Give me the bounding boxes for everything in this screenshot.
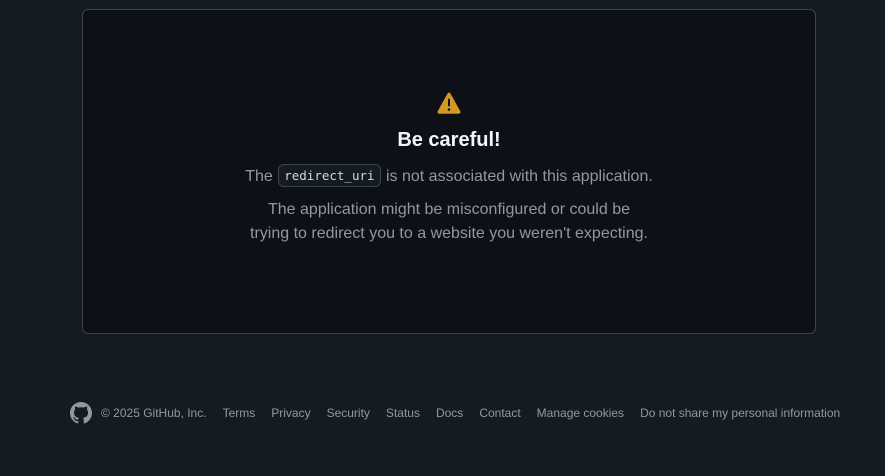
footer-link-contact[interactable]: Contact: [479, 406, 520, 420]
message-suffix: is not associated with this application.: [385, 168, 653, 185]
explanation-line-2: trying to redirect you to a website you …: [250, 225, 648, 242]
explanation-line-1: The application might be misconfigured o…: [268, 201, 630, 218]
footer-link-do-not-share[interactable]: Do not share my personal information: [640, 406, 840, 420]
page-title: Be careful!: [397, 129, 501, 151]
github-mark-icon[interactable]: [70, 402, 92, 424]
error-card: Be careful! The redirect_uri is not asso…: [82, 9, 816, 334]
footer-link-security[interactable]: Security: [327, 406, 370, 420]
alert-icon: [437, 92, 461, 114]
footer: © 2025 GitHub, Inc. Terms Privacy Securi…: [70, 402, 840, 424]
footer-link-terms[interactable]: Terms: [223, 406, 256, 420]
footer-link-manage-cookies[interactable]: Manage cookies: [537, 406, 624, 420]
redirect-uri-code: redirect_uri: [278, 164, 381, 187]
message-prefix: The: [245, 168, 273, 185]
warning-explanation: The application might be misconfigured o…: [83, 198, 815, 246]
footer-link-status[interactable]: Status: [386, 406, 420, 420]
footer-link-privacy[interactable]: Privacy: [271, 406, 310, 420]
footer-link-docs[interactable]: Docs: [436, 406, 463, 420]
redirect-uri-message: The redirect_uri is not associated with …: [83, 163, 815, 190]
copyright: © 2025 GitHub, Inc.: [101, 406, 207, 420]
